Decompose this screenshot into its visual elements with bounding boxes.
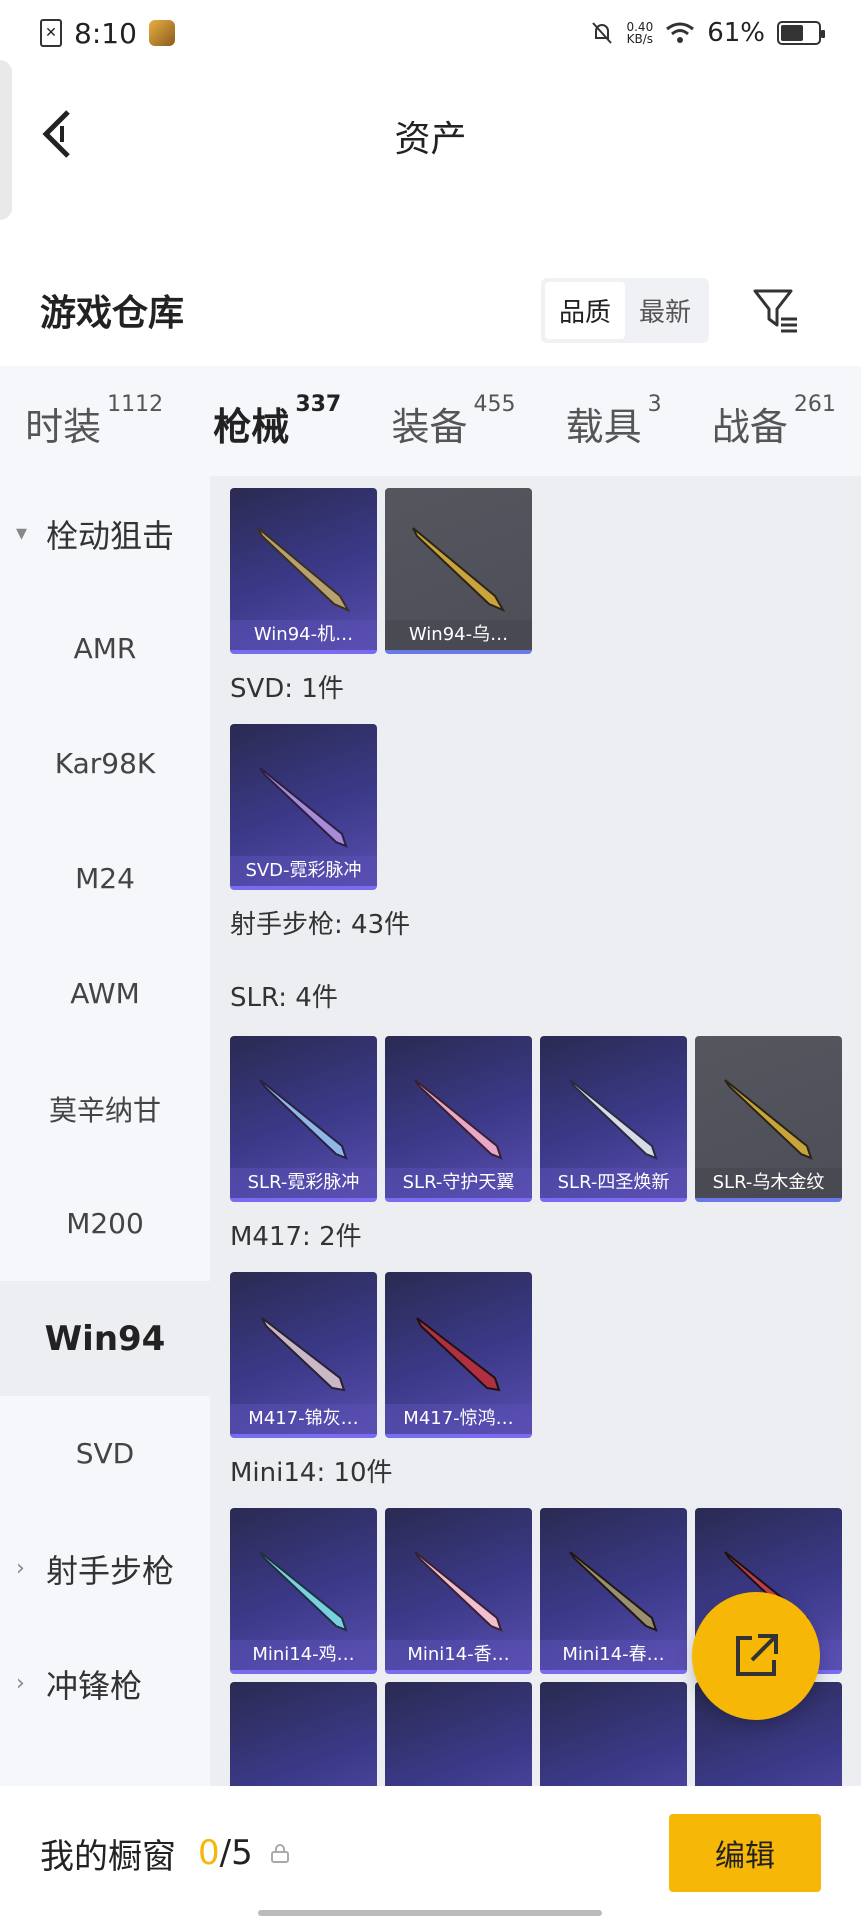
sim-icon: ✕ [40, 19, 62, 47]
app-notification-icon [148, 20, 175, 46]
slr-group-label: SLR: 4件 [230, 983, 338, 1013]
rifle-icon [414, 1551, 503, 1632]
net-speed: 0.40 KB/s [626, 20, 654, 46]
svd-row: SVD-霓彩脉冲 [230, 724, 843, 890]
weapon-card[interactable]: Mini14-春… [540, 1508, 687, 1674]
weapon-card[interactable]: SVD-霓彩脉冲 [230, 724, 377, 890]
side-item-svd[interactable]: SVD [0, 1396, 210, 1511]
tab-fashion[interactable]: 时装 1112 [25, 392, 163, 451]
filter-icon [753, 289, 797, 333]
weapon-card[interactable]: M417-锦灰… [230, 1272, 377, 1438]
lock-icon [270, 1844, 289, 1863]
weapon-card[interactable]: SLR-四圣焕新 [540, 1036, 687, 1202]
side-item-win94[interactable]: Win94 [0, 1281, 210, 1396]
rifle-icon [259, 767, 348, 848]
weapon-type-menu: ▾ 栓动狙击 AMR Kar98K M24 AWM 莫辛纳甘 M200 Win94… [0, 476, 210, 1786]
m417-group-label: M417: 2件 [230, 1222, 362, 1252]
side-group-dmr[interactable]: › 射手步枪 [0, 1511, 210, 1626]
svd-group-label: SVD: 1件 [230, 674, 344, 704]
weapon-card[interactable] [540, 1682, 687, 1786]
back-arrow-icon [42, 110, 70, 158]
win94-row: Win94-机… Win94-乌… [230, 488, 843, 654]
showcase-count: 0/5 [198, 1833, 253, 1873]
home-indicator[interactable] [258, 1910, 602, 1916]
side-item-m200[interactable]: M200 [0, 1166, 210, 1281]
weapon-card[interactable]: Mini14-鸡… [230, 1508, 377, 1674]
share-button[interactable] [692, 1592, 820, 1720]
tab-vehicles[interactable]: 载具 3 [566, 392, 662, 451]
rifle-icon [257, 527, 351, 613]
m417-row: M417-锦灰… M417-惊鸿… [230, 1272, 843, 1438]
side-group-smg[interactable]: › 冲锋枪 [0, 1626, 210, 1741]
filter-button[interactable] [751, 285, 801, 335]
rifle-icon [259, 1079, 348, 1160]
rifle-icon [569, 1079, 658, 1160]
rifle-icon [412, 527, 506, 613]
chevron-down-icon: ▾ [16, 521, 28, 546]
side-item-mosin[interactable]: 莫辛纳甘 [0, 1051, 210, 1166]
side-item-awm[interactable]: AWM [0, 936, 210, 1051]
mute-bell-icon [592, 22, 613, 44]
side-group-bolt-sniper[interactable]: ▾ 栓动狙击 [0, 476, 210, 591]
back-button[interactable] [36, 104, 76, 164]
sort-quality-button[interactable]: 品质 [544, 281, 625, 339]
weapon-card[interactable]: M417-惊鸿… [385, 1272, 532, 1438]
side-item-kar98k[interactable]: Kar98K [0, 706, 210, 821]
chevron-right-icon: › [16, 1671, 25, 1696]
warehouse-title: 游戏仓库 [40, 293, 185, 334]
rifle-icon [724, 1079, 813, 1160]
weapon-card[interactable]: Win94-乌… [385, 488, 532, 654]
weapon-card[interactable]: Win94-机… [230, 488, 377, 654]
weapon-card[interactable]: Mini14-香… [385, 1508, 532, 1674]
weapon-card[interactable] [385, 1682, 532, 1786]
page-title: 资产 [394, 119, 467, 160]
status-bar: ✕ 8:10 0.40 KB/s 61% [0, 0, 861, 66]
warehouse-header: 游戏仓库 品质 最新 [0, 270, 861, 350]
rifle-icon [261, 1317, 346, 1392]
slr-row: SLR-霓彩脉冲 SLR-守护天翼 SLR-四圣焕新 SLR-乌木金纹 [230, 1036, 843, 1202]
rifle-icon [414, 1079, 503, 1160]
tab-gear[interactable]: 装备 455 [391, 392, 515, 451]
category-tabs: 时装 1112 枪械 337 装备 455 载具 3 战备 261 [0, 366, 861, 490]
nav-bar: 资产 [0, 66, 861, 206]
weapon-card[interactable] [230, 1682, 377, 1786]
weapon-card[interactable]: SLR-霓彩脉冲 [230, 1036, 377, 1202]
sort-toggle: 品质 最新 [540, 277, 709, 343]
tab-supplies[interactable]: 战备 261 [712, 392, 836, 451]
mini14-group-label: Mini14: 10件 [230, 1458, 393, 1488]
tab-weapons[interactable]: 枪械 337 [213, 392, 341, 490]
share-icon [736, 1634, 778, 1676]
weapon-grid: Win94-机… Win94-乌… SVD: 1件 SVD-霓彩脉冲 射手步枪:… [210, 476, 861, 1786]
rifle-icon [569, 1551, 658, 1632]
weapon-card[interactable]: SLR-乌木金纹 [695, 1036, 842, 1202]
dmr-group-label: 射手步枪: 43件 [230, 910, 411, 940]
rifle-icon [259, 1551, 348, 1632]
showcase-bar: 我的橱窗 0/5 编辑 [0, 1786, 861, 1920]
clock: 8:10 [74, 16, 137, 50]
weapon-card[interactable]: SLR-守护天翼 [385, 1036, 532, 1202]
battery-percent: 61% [707, 18, 765, 48]
side-item-amr[interactable]: AMR [0, 591, 210, 706]
sort-newest-button[interactable]: 最新 [625, 282, 705, 339]
chevron-right-icon: › [16, 1556, 25, 1581]
edit-button[interactable]: 编辑 [669, 1814, 821, 1892]
battery-icon [777, 21, 825, 45]
showcase-label: 我的橱窗 [40, 1836, 176, 1877]
side-item-m24[interactable]: M24 [0, 821, 210, 936]
wifi-icon [666, 22, 695, 43]
rifle-icon [416, 1317, 501, 1392]
